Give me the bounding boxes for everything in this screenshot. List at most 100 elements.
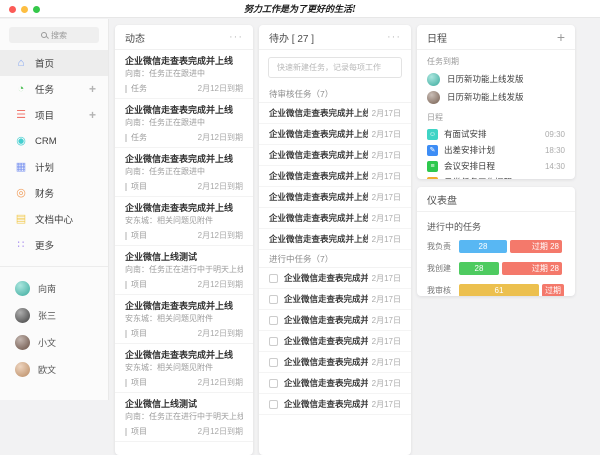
due-date: 2月17日: [368, 315, 401, 326]
due-date: 2月17日: [368, 273, 401, 284]
tag-bar: [125, 134, 127, 142]
quick-add-placeholder: 快速新建任务，记录每项工作: [277, 62, 381, 73]
sidebar-item-label: 首页: [35, 56, 54, 70]
todo-item[interactable]: 企业微信走查表完成并上线 2月17日: [259, 289, 411, 310]
activity-card-title: 企业微信上线测试: [125, 251, 243, 263]
due-date: 2月12日到期: [198, 329, 243, 339]
reminder-icon: ✓: [427, 177, 438, 180]
activity-card-comment: 向南：任务正在跟进中: [125, 167, 243, 177]
todo-item[interactable]: 企业微信走查表完成并上线 2月17日: [259, 310, 411, 331]
activity-card[interactable]: 企业微信走查表完成并上线 安东城：相关问题见附件 项目 2月12日到期: [115, 295, 253, 344]
sidebar-item-finance[interactable]: ◎ 财务: [0, 180, 108, 206]
user-item[interactable]: 欧文: [0, 356, 108, 383]
activity-card[interactable]: 企业微信走查表完成并上线 向南：任务正在跟进中 任务 2月12日到期: [115, 99, 253, 148]
activity-card-comment: 向南：任务正在进行中于明天上线: [125, 265, 243, 275]
activity-card[interactable]: 企业微信走查表完成并上线 向南：任务正在跟进中 项目 2月12日到期: [115, 148, 253, 197]
avatar: [427, 73, 440, 86]
sidebar-item-plan[interactable]: ▦ 计划: [0, 154, 108, 180]
dashboard-header: 仪表盘: [417, 187, 575, 212]
more-menu-icon[interactable]: ···: [229, 31, 243, 43]
add-schedule-icon[interactable]: +: [557, 29, 565, 45]
quick-add-task-input[interactable]: 快速新建任务，记录每项工作: [268, 57, 402, 78]
user-name: 张三: [38, 309, 56, 322]
tag-bar: [125, 428, 127, 436]
todo-item-title: 企业微信走查表完成并上线: [284, 356, 368, 368]
event-item[interactable]: ✓ 日常任务工作提醒 16:30: [417, 174, 575, 179]
sidebar-item-home[interactable]: ⌂ 首页: [0, 50, 108, 76]
user-item[interactable]: 张三: [0, 302, 108, 329]
todo-item-title: 企业微信走查表完成并上线: [284, 377, 368, 389]
minimize-icon[interactable]: [21, 6, 28, 13]
fullscreen-icon[interactable]: [33, 6, 40, 13]
checkbox[interactable]: [269, 400, 278, 409]
pending-review-section-header: 待审核任务（7）: [259, 85, 411, 103]
sidebar-item-projects[interactable]: ☰ 项目 +: [0, 102, 108, 128]
todo-item[interactable]: 企业微信走查表完成并上线 2月17日: [259, 352, 411, 373]
event-item[interactable]: ☺ 有面试安排 09:30: [417, 126, 575, 142]
sidebar-item-docs[interactable]: ▤ 文档中心: [0, 206, 108, 232]
sidebar-item-label: 项目: [35, 108, 54, 122]
checkbox[interactable]: [269, 379, 278, 388]
todo-item[interactable]: 企业微信走查表完成并上线 2月17日: [259, 124, 411, 145]
task-due-item[interactable]: 日历新功能上线发版: [417, 70, 575, 88]
meeting-icon: ≡: [427, 161, 438, 172]
dashboard-bar-row: 我创建 28 过期 28: [417, 258, 575, 280]
dashboard-title: 仪表盘: [427, 192, 457, 207]
activity-card-tag: 项目: [131, 378, 147, 388]
todo-item[interactable]: 企业微信走查表完成并上线 2月17日: [259, 145, 411, 166]
checkbox[interactable]: [269, 337, 278, 346]
sidebar-item-label: 更多: [35, 238, 54, 252]
todo-item[interactable]: 企业微信走查表完成并上线 2月17日: [259, 187, 411, 208]
document-icon: ▤: [14, 214, 28, 225]
checkbox[interactable]: [269, 316, 278, 325]
schedule-title: 日程: [427, 30, 447, 45]
in-progress-section-header: 进行中任务（7）: [259, 250, 411, 268]
bar-label: 我负责: [427, 241, 459, 252]
user-item[interactable]: 小文: [0, 329, 108, 356]
bar-value-segment: 28: [459, 240, 507, 253]
checkbox[interactable]: [269, 358, 278, 367]
activity-card[interactable]: 企业微信走查表完成并上线 向南：任务正在跟进中 任务 2月12日到期: [115, 50, 253, 99]
activity-card-title: 企业微信走查表完成并上线: [125, 55, 243, 67]
sidebar-users: 向南 张三 小文 欧文: [0, 275, 108, 383]
due-date: 2月12日到期: [198, 133, 243, 143]
event-time: 18:30: [545, 146, 565, 155]
search-input[interactable]: 搜索: [9, 27, 99, 43]
activity-card-title: 企业微信走查表完成并上线: [125, 349, 243, 361]
todo-item[interactable]: 企业微信走查表完成并上线 2月17日: [259, 373, 411, 394]
due-date: 2月17日: [368, 129, 401, 140]
event-item[interactable]: ≡ 会议安排日程 14:30: [417, 158, 575, 174]
activity-card-tag: 项目: [131, 280, 147, 290]
task-due-item[interactable]: 日历新功能上线发版: [417, 88, 575, 106]
todo-item[interactable]: 企业微信走查表完成并上线 2月17日: [259, 394, 411, 415]
due-date: 2月12日到期: [198, 280, 243, 290]
checkbox[interactable]: [269, 295, 278, 304]
add-icon[interactable]: +: [89, 108, 96, 122]
event-time: 09:30: [545, 130, 565, 139]
activity-card-comment: 安东城：相关问题见附件: [125, 314, 243, 324]
todo-item[interactable]: 企业微信走查表完成并上线 2月17日: [259, 331, 411, 352]
activity-card[interactable]: 企业微信走查表完成并上线 安东城：相关问题见附件 项目 2月12日到期: [115, 344, 253, 393]
activity-card[interactable]: 企业微信上线测试 向南：任务正在进行中于明天上线 项目 2月12日到期: [115, 246, 253, 295]
due-date: 2月17日: [368, 150, 401, 161]
todo-item[interactable]: 企业微信走查表完成并上线 2月17日: [259, 208, 411, 229]
checkbox[interactable]: [269, 274, 278, 283]
todo-item[interactable]: 企业微信走查表完成并上线 2月17日: [259, 268, 411, 289]
activity-card-comment: 向南：任务正在跟进中: [125, 118, 243, 128]
sidebar-item-tasks[interactable]: ◔ 任务 +: [0, 76, 108, 102]
activity-card[interactable]: 企业微信上线测试 向南：任务正在进行中于明天上线 项目 2月12日到期: [115, 393, 253, 442]
close-icon[interactable]: [9, 6, 16, 13]
todo-title: 待办 [ 27 ]: [269, 30, 314, 45]
todo-item[interactable]: 企业微信走查表完成并上线 2月17日: [259, 166, 411, 187]
todo-item[interactable]: 企业微信走查表完成并上线 2月17日: [259, 103, 411, 124]
user-item[interactable]: 向南: [0, 275, 108, 302]
more-menu-icon[interactable]: ···: [387, 31, 401, 43]
sidebar-item-more[interactable]: ∷ 更多: [0, 232, 108, 258]
bar-track: 28 过期 28: [459, 262, 562, 275]
activity-card[interactable]: 企业微信走查表完成并上线 安东城：相关问题见附件 项目 2月12日到期: [115, 197, 253, 246]
todo-item[interactable]: 企业微信走查表完成并上线 2月17日: [259, 229, 411, 250]
event-item[interactable]: ✎ 出差安排计划 18:30: [417, 142, 575, 158]
activity-card-comment: 安东城：相关问题见附件: [125, 216, 243, 226]
sidebar-item-crm[interactable]: ◉ CRM: [0, 128, 108, 154]
add-icon[interactable]: +: [89, 82, 96, 96]
